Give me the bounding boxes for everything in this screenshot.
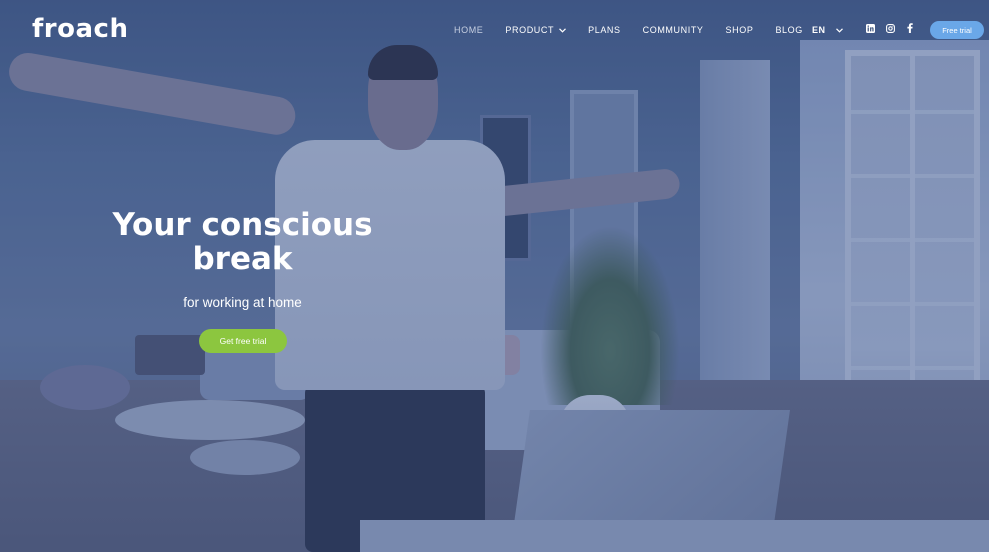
- nav-item-label: PLANS: [588, 25, 621, 35]
- nav-item-label: SHOP: [725, 25, 754, 35]
- nav-menu: HOME PRODUCT PLANS COMMUNITY SHOP BLOG: [454, 25, 825, 35]
- brand-logo[interactable]: froach: [32, 14, 128, 44]
- facebook-icon[interactable]: [905, 23, 915, 33]
- hero-title-line1: Your conscious: [112, 207, 373, 243]
- hero-title-line2: break: [192, 241, 293, 277]
- nav-item-product[interactable]: PRODUCT: [505, 25, 567, 35]
- nav-item-home[interactable]: HOME: [454, 25, 483, 35]
- nav-item-community[interactable]: COMMUNITY: [643, 25, 704, 35]
- hero-background-image: [0, 0, 989, 552]
- nav-item-label: HOME: [454, 25, 484, 35]
- chevron-down-icon: [559, 26, 567, 35]
- nav-item-label: PRODUCT: [505, 25, 555, 35]
- free-trial-button[interactable]: Free trial: [930, 21, 984, 39]
- language-selector[interactable]: EN: [812, 25, 843, 35]
- hero-subtitle: for working at home: [183, 295, 302, 310]
- hero-section: froach HOME PRODUCT PLANS COMMUNITY SHOP: [0, 0, 989, 552]
- instagram-icon[interactable]: [885, 23, 895, 33]
- nav-item-label: COMMUNITY: [642, 25, 704, 35]
- chevron-down-icon: [835, 26, 843, 35]
- nav-item-label: BLOG: [775, 25, 803, 35]
- hero-title: Your conscious break: [100, 208, 385, 276]
- nav-item-shop[interactable]: SHOP: [726, 25, 754, 35]
- top-navbar: froach HOME PRODUCT PLANS COMMUNITY SHOP: [0, 0, 989, 62]
- nav-item-blog[interactable]: BLOG: [775, 25, 802, 35]
- hero-overlay: [0, 0, 989, 552]
- get-free-trial-button[interactable]: Get free trial: [199, 329, 287, 353]
- nav-item-plans[interactable]: PLANS: [588, 25, 621, 35]
- social-links: [865, 23, 915, 33]
- linkedin-icon[interactable]: [865, 23, 875, 33]
- language-label: EN: [812, 25, 826, 35]
